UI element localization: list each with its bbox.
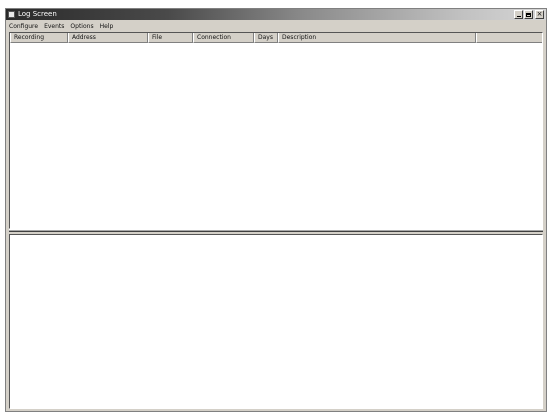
menu-options[interactable]: Options (70, 23, 93, 30)
close-icon: × (536, 10, 543, 18)
close-button[interactable]: × (535, 10, 544, 19)
app-icon[interactable] (8, 11, 15, 18)
menu-events[interactable]: Events (44, 23, 64, 30)
minimize-button[interactable] (514, 10, 523, 19)
menu-bar: Configure Events Options Help (6, 21, 546, 31)
window-title: Log Screen (18, 10, 57, 18)
column-headers: Recording Address File Connection Days D… (10, 33, 542, 43)
maximize-button[interactable] (524, 10, 533, 19)
column-header-days[interactable]: Days (254, 33, 278, 43)
column-header-description[interactable]: Description (278, 33, 476, 43)
menu-configure[interactable]: Configure (9, 23, 38, 30)
column-header-file[interactable]: File (148, 33, 193, 43)
app-window: Log Screen × Configure Events Options He… (5, 8, 547, 412)
pane-splitter[interactable] (9, 229, 543, 232)
column-header-connection[interactable]: Connection (193, 33, 254, 43)
maximize-icon (526, 12, 531, 17)
title-bar[interactable]: Log Screen × (6, 9, 546, 20)
column-header-address[interactable]: Address (68, 33, 148, 43)
column-header-filler (476, 33, 542, 43)
column-header-recording[interactable]: Recording (10, 33, 68, 43)
minimize-icon (516, 16, 521, 17)
menu-help[interactable]: Help (100, 23, 114, 30)
log-detail-pane[interactable] (9, 234, 543, 409)
log-list-pane[interactable]: Recording Address File Connection Days D… (9, 32, 543, 229)
